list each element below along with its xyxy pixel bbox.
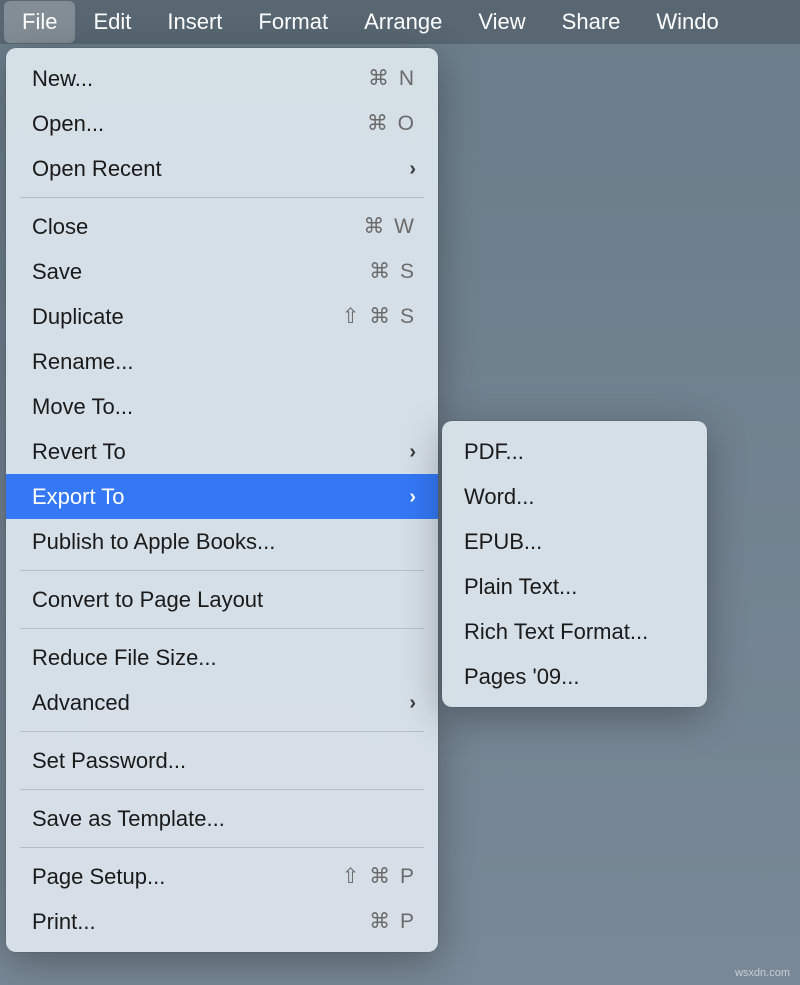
menu-print[interactable]: Print... ⌘ P [6, 899, 438, 944]
menu-save[interactable]: Save ⌘ S [6, 249, 438, 294]
menu-shortcut: ⌘ N [368, 63, 416, 95]
menu-label: Publish to Apple Books... [32, 525, 275, 558]
menu-label: Set Password... [32, 744, 186, 777]
watermark: wsxdn.com [735, 967, 790, 979]
menu-separator [20, 628, 424, 629]
menu-rename[interactable]: Rename... [6, 339, 438, 384]
menu-label: Advanced [32, 686, 130, 719]
menu-label: New... [32, 62, 93, 95]
menu-label: Pages '09... [464, 660, 580, 693]
menu-separator [20, 197, 424, 198]
menu-advanced[interactable]: Advanced › [6, 680, 438, 725]
menubar-edit[interactable]: Edit [75, 1, 149, 43]
menu-label: Export To [32, 480, 125, 513]
menubar-file[interactable]: File [4, 1, 75, 43]
menubar-window[interactable]: Windo [638, 1, 736, 43]
menubar-view[interactable]: View [460, 1, 543, 43]
chevron-right-icon: › [409, 154, 416, 184]
menu-move-to[interactable]: Move To... [6, 384, 438, 429]
submenu-plain-text[interactable]: Plain Text... [442, 564, 707, 609]
menu-separator [20, 731, 424, 732]
menu-label: Open Recent [32, 152, 162, 185]
menu-label: Move To... [32, 390, 133, 423]
menu-label: EPUB... [464, 525, 542, 558]
submenu-epub[interactable]: EPUB... [442, 519, 707, 564]
menubar-insert[interactable]: Insert [149, 1, 240, 43]
submenu-rtf[interactable]: Rich Text Format... [442, 609, 707, 654]
menu-new[interactable]: New... ⌘ N [6, 56, 438, 101]
menu-save-template[interactable]: Save as Template... [6, 796, 438, 841]
menubar-share[interactable]: Share [544, 1, 639, 43]
menu-label: Word... [464, 480, 535, 513]
menu-label: Rich Text Format... [464, 615, 648, 648]
menu-set-password[interactable]: Set Password... [6, 738, 438, 783]
menubar: File Edit Insert Format Arrange View Sha… [0, 0, 800, 44]
chevron-right-icon: › [409, 688, 416, 718]
menu-publish[interactable]: Publish to Apple Books... [6, 519, 438, 564]
export-to-submenu: PDF... Word... EPUB... Plain Text... Ric… [442, 421, 707, 707]
submenu-pdf[interactable]: PDF... [442, 429, 707, 474]
menu-duplicate[interactable]: Duplicate ⇧ ⌘ S [6, 294, 438, 339]
menu-label: Open... [32, 107, 104, 140]
menu-label: Close [32, 210, 88, 243]
menu-convert[interactable]: Convert to Page Layout [6, 577, 438, 622]
menu-label: Plain Text... [464, 570, 577, 603]
menu-label: Convert to Page Layout [32, 583, 263, 616]
menu-separator [20, 789, 424, 790]
menu-shortcut: ⌘ S [369, 256, 416, 288]
menu-label: Reduce File Size... [32, 641, 217, 674]
menu-label: Revert To [32, 435, 126, 468]
submenu-word[interactable]: Word... [442, 474, 707, 519]
menubar-format[interactable]: Format [240, 1, 346, 43]
menu-shortcut: ⌘ W [363, 211, 416, 243]
menu-shortcut: ⇧ ⌘ S [342, 301, 416, 333]
chevron-right-icon: › [409, 482, 416, 512]
menu-page-setup[interactable]: Page Setup... ⇧ ⌘ P [6, 854, 438, 899]
menu-separator [20, 847, 424, 848]
menu-separator [20, 570, 424, 571]
menu-revert-to[interactable]: Revert To › [6, 429, 438, 474]
menu-close[interactable]: Close ⌘ W [6, 204, 438, 249]
menu-open-recent[interactable]: Open Recent › [6, 146, 438, 191]
menu-label: Rename... [32, 345, 134, 378]
menu-export-to[interactable]: Export To › [6, 474, 438, 519]
submenu-pages09[interactable]: Pages '09... [442, 654, 707, 699]
menu-label: Print... [32, 905, 96, 938]
menu-label: Save as Template... [32, 802, 225, 835]
menu-label: PDF... [464, 435, 524, 468]
menu-open[interactable]: Open... ⌘ O [6, 101, 438, 146]
menu-label: Duplicate [32, 300, 124, 333]
chevron-right-icon: › [409, 437, 416, 467]
menu-label: Save [32, 255, 82, 288]
menu-shortcut: ⇧ ⌘ P [342, 861, 416, 893]
menubar-arrange[interactable]: Arrange [346, 1, 460, 43]
file-menu-dropdown: New... ⌘ N Open... ⌘ O Open Recent › Clo… [6, 48, 438, 952]
menu-shortcut: ⌘ P [369, 906, 416, 938]
menu-reduce-size[interactable]: Reduce File Size... [6, 635, 438, 680]
menu-label: Page Setup... [32, 860, 165, 893]
menu-shortcut: ⌘ O [367, 108, 416, 140]
